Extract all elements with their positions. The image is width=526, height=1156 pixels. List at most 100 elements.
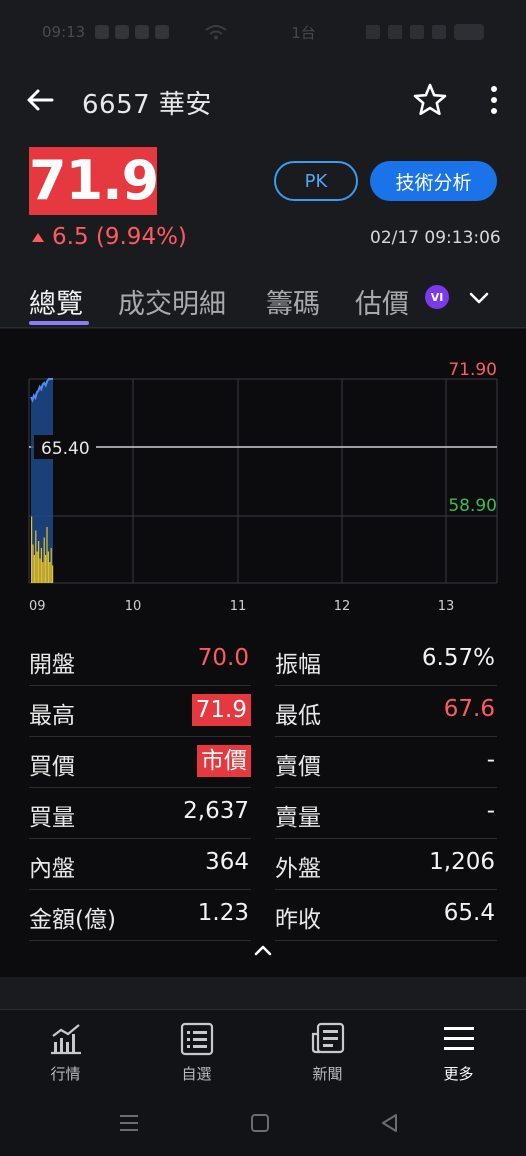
volume-bar [32, 544, 34, 583]
chevron-down-icon[interactable] [467, 286, 491, 310]
volume-bar [40, 548, 42, 583]
current-price: 71.9 [29, 147, 159, 215]
nav-quotes-label: 行情 [50, 1065, 81, 1083]
stat-row: 買量 2,637 賣量 - [29, 788, 497, 839]
stat-value: 70.0 [197, 645, 249, 671]
notification-icons [95, 25, 170, 39]
stat-value: 1,206 [429, 849, 495, 875]
volume-bar [45, 555, 47, 583]
system-icons [366, 24, 484, 40]
tab-overview[interactable]: 總覽 [29, 282, 83, 321]
status-bar: 09:13 1台 [0, 0, 526, 64]
stat-label: 外盤 [275, 856, 321, 882]
more-vert-icon[interactable] [482, 84, 506, 116]
menu-icon [444, 1027, 474, 1050]
stat-row: 最高 71.9 最低 67.6 [29, 686, 497, 737]
overview-panel: 71.90 65.40 58.90 09 10 11 12 13 開盤 70.0 振幅 6.57% 最… [0, 329, 526, 977]
tab-trade-details[interactable]: 成交明細 [118, 282, 226, 321]
star-icon[interactable] [412, 82, 448, 118]
stock-title: 6657 華安 [82, 90, 212, 120]
stat-row: 開盤 70.0 振幅 6.57% [29, 635, 497, 686]
nav-news[interactable]: 新聞 [262, 1010, 393, 1092]
carrier-label: 1台 [291, 23, 316, 42]
system-nav-bar [0, 1091, 526, 1156]
tab-valuation[interactable]: 估價 [355, 282, 409, 321]
battery-icon [454, 24, 484, 40]
nav-watchlist-label: 自選 [181, 1065, 212, 1083]
news-icon [311, 1022, 345, 1054]
volume-bar [31, 516, 33, 583]
x-tick-label: 12 [334, 599, 351, 614]
list-icon [180, 1022, 214, 1056]
chevron-up-icon[interactable] [252, 939, 274, 961]
stat-label: 買量 [29, 805, 75, 831]
top-nav: 6657 華安 [0, 72, 526, 128]
status-time: 09:13 [42, 23, 86, 41]
quote-timestamp: 02/17 09:13:06 [370, 228, 501, 248]
stat-value: - [486, 798, 495, 824]
volume-bar [33, 555, 35, 583]
vip-badge: VI [425, 285, 449, 309]
nav-more[interactable]: 更多 [393, 1010, 524, 1092]
stat-value: 364 [205, 849, 249, 875]
stat-label: 開盤 [29, 652, 75, 678]
stat-label: 買價 [29, 754, 75, 780]
stat-value: - [486, 747, 495, 773]
pk-button[interactable]: PK [274, 161, 358, 201]
technical-analysis-button[interactable]: 技術分析 [370, 161, 497, 201]
stat-label: 昨收 [275, 907, 321, 933]
volume-bar [46, 527, 48, 583]
stat-value: 市價 [197, 745, 251, 777]
stat-row: 金額(億) 1.23 昨收 65.4 [29, 890, 497, 941]
back-arrow-icon[interactable] [24, 84, 56, 116]
volume-bar [39, 558, 41, 583]
volume-bar [43, 537, 45, 583]
stat-value: 2,637 [183, 798, 249, 824]
nav-quotes[interactable]: 行情 [0, 1010, 131, 1092]
x-tick-label: 11 [230, 599, 247, 614]
stat-cell: 最低 67.6 [275, 686, 497, 737]
section-divider [0, 977, 526, 1009]
low-price-label: 58.90 [448, 496, 497, 516]
stat-label: 賣量 [275, 805, 321, 831]
tab-chips[interactable]: 籌碼 [266, 282, 320, 321]
volume-bar [50, 548, 52, 583]
chart-icon [51, 1024, 81, 1055]
stat-label: 最低 [275, 703, 321, 729]
x-tick-label: 10 [125, 599, 142, 614]
intraday-chart[interactable]: 71.90 65.40 58.90 09 10 11 12 13 [0, 329, 526, 619]
nav-watchlist[interactable]: 自選 [131, 1010, 262, 1092]
volume-bar [38, 541, 40, 583]
home-icon[interactable] [248, 1111, 272, 1135]
stat-value: 67.6 [443, 696, 495, 722]
stat-value: 71.9 [191, 694, 251, 726]
stat-cell: 最高 71.9 [29, 686, 251, 737]
price-change-text: 6.5 (9.94%) [52, 224, 187, 250]
stat-row: 內盤 364 外盤 1,206 [29, 839, 497, 890]
stat-cell: 賣價 - [275, 737, 497, 788]
nav-news-label: 新聞 [312, 1065, 343, 1083]
stat-label: 振幅 [275, 652, 321, 678]
back-icon[interactable] [378, 1111, 402, 1135]
stat-cell: 買價 市價 [29, 737, 251, 788]
stat-value: 1.23 [197, 900, 249, 926]
volume-bar [35, 530, 37, 583]
bottom-nav: 行情 自選 新聞 更多 [0, 1009, 526, 1091]
volume-bar [36, 551, 38, 583]
recents-icon[interactable] [117, 1111, 141, 1135]
stat-row: 買價 市價 賣價 - [29, 737, 497, 788]
volume-bar [52, 565, 54, 583]
price-change: 6.5 (9.94%) [32, 224, 187, 250]
stat-cell: 內盤 364 [29, 839, 251, 890]
x-tick-label: 13 [438, 599, 455, 614]
stat-value: 65.4 [443, 900, 495, 926]
stat-cell: 昨收 65.4 [275, 890, 497, 941]
stat-label: 金額(億) [29, 907, 116, 933]
x-tick-label: 09 [29, 599, 46, 614]
stat-cell: 開盤 70.0 [29, 635, 251, 686]
stat-label: 最高 [29, 703, 75, 729]
volume-bar [47, 551, 49, 583]
reference-price-label: 65.40 [41, 439, 90, 459]
stat-cell: 振幅 6.57% [275, 635, 497, 686]
active-tab-indicator [29, 321, 89, 325]
